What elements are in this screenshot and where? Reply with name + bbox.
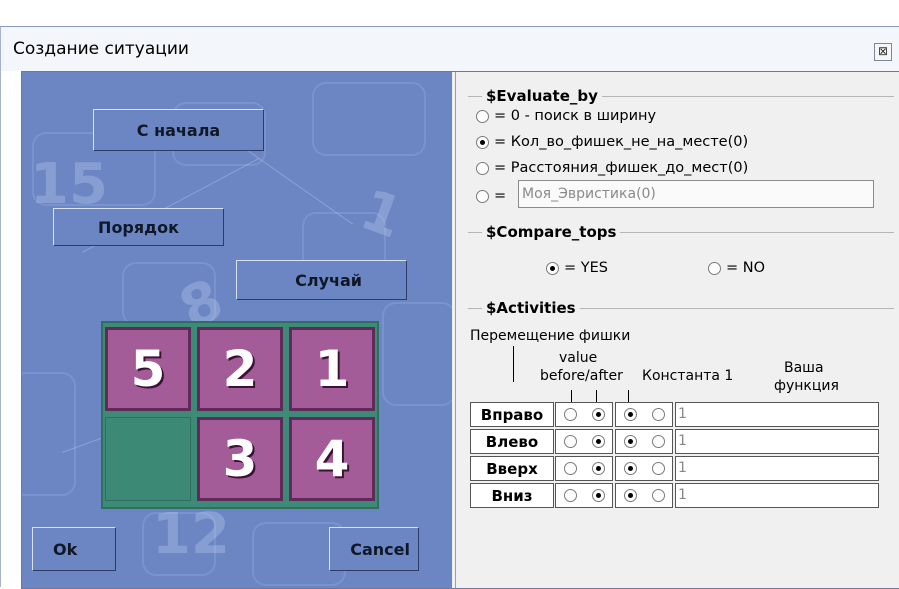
evaluate-option-misplaced[interactable]: = Кол_во_фишек_не_на_месте(0): [476, 134, 748, 150]
const-cell: [615, 402, 673, 427]
radio-selected-icon[interactable]: [623, 408, 637, 421]
compare-group: $Compare_tops: [468, 223, 894, 241]
header-before-after: before/after: [540, 368, 623, 384]
const-cell: [615, 483, 673, 508]
radio-selected-icon[interactable]: [591, 462, 605, 475]
window-title: Создание ситуации: [13, 39, 189, 59]
header-move: Перемещение фишки: [470, 328, 631, 344]
radio-icon[interactable]: [651, 435, 665, 448]
function-input-down[interactable]: 1: [675, 483, 879, 508]
radio-icon[interactable]: [476, 161, 489, 175]
before-after-cell: [555, 483, 613, 508]
random-button[interactable]: Случай: [236, 260, 407, 300]
radio-icon[interactable]: [476, 109, 489, 123]
radio-selected-icon[interactable]: [623, 489, 637, 502]
activities-group: $Activities: [468, 299, 894, 317]
evaluate-title: $Evaluate_by: [482, 87, 602, 105]
dialog-client-area: 15 1 8 12 С начала Порядок Случай 5 2 1 …: [21, 71, 899, 589]
radio-selected-icon[interactable]: [623, 462, 637, 475]
puzzle-panel: 15 1 8 12 С начала Порядок Случай 5 2 1 …: [22, 72, 452, 588]
decor-digit: 12: [152, 502, 230, 567]
const-cell: [615, 456, 673, 481]
const-cell: [615, 429, 673, 454]
restart-button[interactable]: С начала: [93, 109, 264, 151]
compare-no-label: = NO: [726, 260, 766, 276]
puzzle-tile-2[interactable]: 2: [197, 327, 283, 411]
radio-selected-icon[interactable]: [623, 435, 637, 448]
puzzle-empty-cell[interactable]: [105, 417, 191, 501]
before-after-cell: [555, 429, 613, 454]
before-after-cell: [555, 456, 613, 481]
order-button[interactable]: Порядок: [53, 208, 224, 246]
function-input-right[interactable]: 1: [675, 402, 879, 427]
column-guide: [513, 346, 514, 382]
radio-selected-icon[interactable]: [591, 408, 605, 421]
title-bar: Создание ситуации ⊠: [1, 27, 899, 71]
puzzle-tile-5[interactable]: 5: [105, 327, 191, 411]
header-const: Константа 1: [642, 368, 734, 384]
header-func-line1: Ваша: [784, 360, 824, 376]
radio-icon[interactable]: [563, 408, 577, 421]
compare-yes-option[interactable]: = YES: [546, 260, 608, 276]
before-after-cell: [555, 402, 613, 427]
evaluate-group: $Evaluate_by: [468, 87, 894, 105]
evaluate-option-distance[interactable]: = Расстояния_фишек_до_мест(0): [476, 160, 748, 176]
dialog-window: Создание ситуации ⊠ 15 1 8 12 С начала П…: [0, 26, 899, 589]
radio-icon[interactable]: [476, 189, 489, 203]
compare-no-option[interactable]: = NO: [708, 260, 765, 276]
decor-shape: [22, 372, 76, 496]
evaluate-option-label: =: [494, 188, 507, 204]
function-input-up[interactable]: 1: [675, 456, 879, 481]
radio-icon[interactable]: [651, 408, 665, 421]
decor-shape: [382, 302, 452, 406]
row-label-up: Вверх: [470, 456, 554, 481]
puzzle-board: 5 2 1 3 4: [101, 321, 379, 509]
header-func-line2: функция: [774, 378, 839, 394]
radio-icon[interactable]: [563, 435, 577, 448]
evaluate-option-label: = Расстояния_фишек_до_мест(0): [494, 160, 749, 176]
header-value: value: [559, 350, 598, 366]
cancel-button[interactable]: Cancel: [329, 527, 419, 571]
decor-digit: 1: [352, 177, 411, 252]
radio-icon[interactable]: [651, 489, 665, 502]
row-label-left: Влево: [470, 429, 554, 454]
radio-icon[interactable]: [651, 462, 665, 475]
row-label-right: Вправо: [470, 402, 554, 427]
puzzle-tile-1[interactable]: 1: [289, 327, 375, 411]
evaluate-option-custom[interactable]: =: [476, 188, 506, 204]
compare-title: $Compare_tops: [482, 223, 621, 241]
custom-heuristic-input[interactable]: Моя_Эвристика(0): [518, 180, 874, 208]
function-input-left[interactable]: 1: [675, 429, 879, 454]
radio-selected-icon[interactable]: [546, 261, 559, 275]
radio-icon[interactable]: [563, 462, 577, 475]
evaluate-option-label: = Кол_во_фишек_не_на_месте(0): [494, 134, 749, 150]
activities-title: $Activities: [482, 299, 580, 317]
radio-icon[interactable]: [708, 261, 721, 275]
puzzle-tile-4[interactable]: 4: [289, 417, 375, 501]
radio-selected-icon[interactable]: [476, 135, 489, 149]
radio-selected-icon[interactable]: [591, 489, 605, 502]
close-icon[interactable]: ⊠: [874, 43, 892, 61]
evaluate-option-label: = 0 - поиск в ширину: [494, 108, 657, 124]
decor-shape: [312, 82, 426, 156]
puzzle-tile-3[interactable]: 3: [197, 417, 283, 501]
radio-icon[interactable]: [563, 489, 577, 502]
radio-selected-icon[interactable]: [591, 435, 605, 448]
compare-yes-label: = YES: [564, 260, 608, 276]
settings-panel: $Evaluate_by = 0 - поиск в ширину = Кол_…: [455, 72, 899, 588]
evaluate-option-bfs[interactable]: = 0 - поиск в ширину: [476, 108, 656, 124]
row-label-down: Вниз: [470, 483, 554, 508]
ok-button[interactable]: Ok: [32, 527, 116, 571]
